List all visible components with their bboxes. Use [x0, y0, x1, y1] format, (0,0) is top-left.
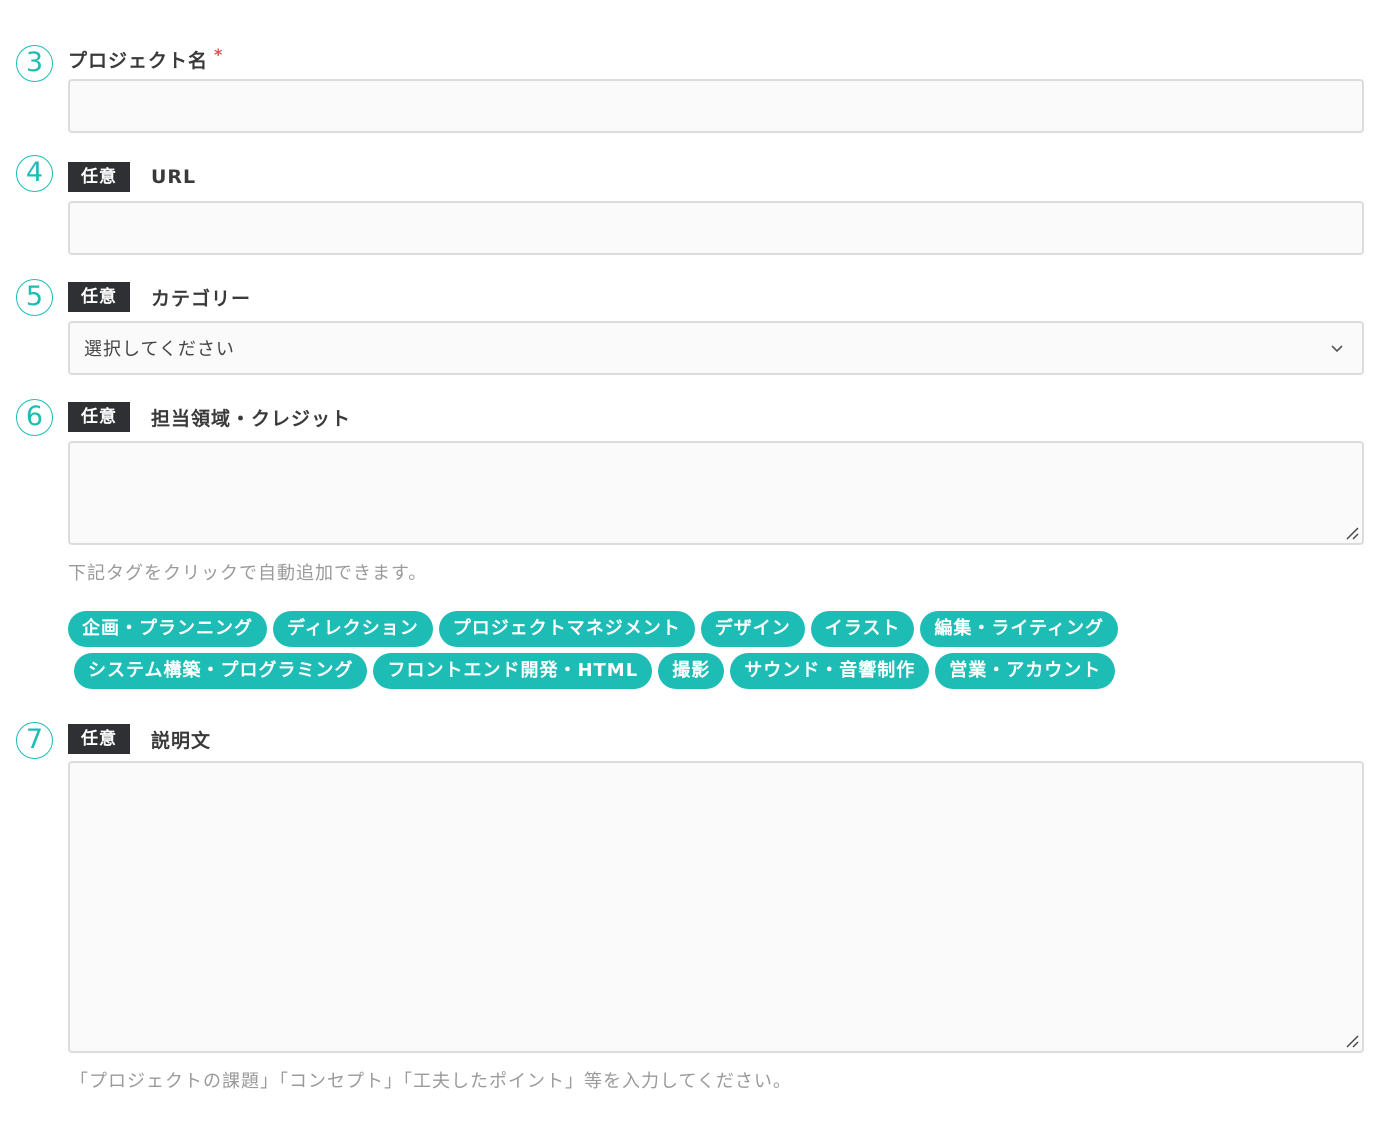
url-label-row: 任意 URL — [68, 162, 196, 192]
description-hint: 「プロジェクトの課題」「コンセプト」「工夫したポイント」等を入力してください。 — [70, 1071, 792, 1092]
project-name-label-row: プロジェクト名 * — [68, 44, 222, 74]
url-label: URL — [151, 166, 197, 188]
optional-badge: 任意 — [68, 402, 130, 432]
category-label: カテゴリー — [151, 287, 252, 310]
optional-badge: 任意 — [68, 282, 130, 312]
credit-tags-row-1: 企画・プランニング ディレクション プロジェクトマネジメント デザイン イラスト… — [68, 611, 1118, 647]
project-name-input[interactable] — [68, 79, 1364, 133]
url-input[interactable] — [68, 201, 1364, 255]
optional-badge: 任意 — [68, 162, 130, 192]
project-form: 3 プロジェクト名 * 4 任意 URL 5 任意 カテゴリー 選択してください… — [0, 0, 1379, 1121]
resize-grip-icon[interactable] — [1344, 525, 1360, 541]
required-mark: * — [214, 44, 223, 64]
credits-label-row: 任意 担当領域・クレジット — [68, 402, 351, 432]
step-number-7: 7 — [16, 722, 53, 759]
credit-tag[interactable]: 撮影 — [658, 653, 725, 689]
step-number-4: 4 — [16, 155, 53, 192]
credit-tag[interactable]: デザイン — [700, 611, 805, 647]
description-label-row: 任意 説明文 — [68, 724, 211, 754]
category-label-row: 任意 カテゴリー — [68, 282, 251, 312]
credit-tag[interactable]: フロントエンド開発・HTML — [373, 653, 653, 689]
credit-tag[interactable]: プロジェクトマネジメント — [438, 611, 695, 647]
resize-grip-icon[interactable] — [1344, 1033, 1360, 1049]
description-textarea[interactable] — [68, 761, 1364, 1053]
credit-tag[interactable]: サウンド・音響制作 — [730, 653, 930, 689]
credit-tag[interactable]: ディレクション — [273, 611, 433, 647]
credits-hint: 下記タグをクリックで自動追加できます。 — [68, 563, 428, 584]
step-number-3: 3 — [16, 45, 53, 82]
credit-tag[interactable]: システム構築・プログラミング — [74, 653, 368, 689]
credit-tag[interactable]: 編集・ライティング — [920, 611, 1118, 647]
credits-textarea[interactable] — [68, 441, 1364, 545]
step-number-6: 6 — [16, 399, 53, 436]
credit-tags-row-2: システム構築・プログラミング フロントエンド開発・HTML 撮影 サウンド・音響… — [74, 653, 1116, 689]
credit-tag[interactable]: イラスト — [810, 611, 915, 647]
category-select[interactable]: 選択してください — [68, 321, 1364, 375]
credit-tag[interactable]: 営業・アカウント — [935, 653, 1116, 689]
category-select-value: 選択してください — [84, 339, 235, 360]
description-label: 説明文 — [151, 729, 212, 752]
step-number-5: 5 — [16, 279, 53, 316]
optional-badge: 任意 — [68, 724, 130, 754]
project-name-label: プロジェクト名 — [68, 49, 209, 72]
credits-label: 担当領域・クレジット — [151, 407, 352, 430]
credit-tag[interactable]: 企画・プランニング — [68, 611, 267, 647]
chevron-down-icon — [1331, 345, 1343, 353]
